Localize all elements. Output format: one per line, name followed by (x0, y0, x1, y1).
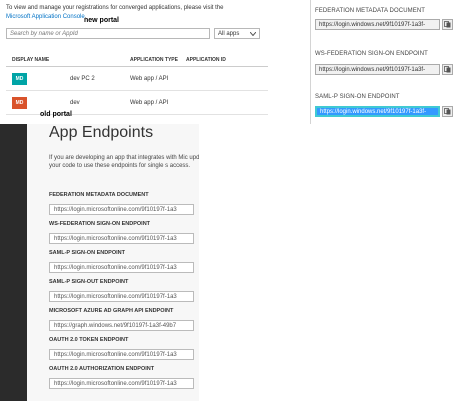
endpoint-url: https://login.microsoftonline.com/9f1019… (54, 264, 177, 271)
app-filter-select[interactable]: All apps (214, 28, 260, 39)
avatar-cell: MD (6, 72, 44, 85)
endpoint-url: https://login.microsoftonline.com/9f1019… (54, 206, 177, 213)
page-title: App Endpoints (49, 124, 154, 141)
intro-text: To view and manage your registrations fo… (6, 4, 238, 22)
endpoint-label: WS-FEDERATION SIGN-ON ENDPOINT (49, 221, 151, 227)
endpoint-label: SAML-P SIGN-ON ENDPOINT (315, 94, 400, 100)
app-filter-value: All apps (218, 30, 240, 37)
copy-icon (444, 66, 451, 73)
new-endpoints-panel: FEDERATION METADATA DOCUMENT https://log… (310, 0, 474, 124)
table-row[interactable]: MD dev PC 2 Web app / API (6, 67, 268, 91)
table-header: DISPLAY NAME APPLICATION TYPE APPLICATIO… (6, 54, 268, 67)
header-application-id[interactable]: APPLICATION ID (186, 57, 268, 63)
endpoint-url-field[interactable]: https://login.windows.net/9f10197f-1a3f- (315, 64, 440, 75)
endpoint-label: FEDERATION METADATA DOCUMENT (315, 8, 426, 14)
row-application-type: Web app / API (130, 75, 169, 82)
endpoint-url-field[interactable]: https://login.microsoftonline.com/9f1019… (49, 378, 194, 389)
application-console-link[interactable]: Microsoft Application Console (6, 14, 85, 20)
endpoint-url-field[interactable]: https://login.microsoftonline.com/9f1019… (49, 204, 194, 215)
endpoint-url-field[interactable]: https://login.microsoftonline.com/9f1019… (49, 349, 194, 360)
endpoint-url: https://login.windows.net/9f10197f-1a3f- (320, 108, 427, 115)
intro-sentence: To view and manage your registrations fo… (6, 5, 224, 11)
endpoint-url: https://login.microsoftonline.com/9f1019… (54, 293, 177, 300)
row-application-type: Web app / API (130, 99, 169, 106)
copy-button[interactable] (442, 64, 453, 75)
avatar-cell: MD (6, 96, 44, 109)
copy-button[interactable] (442, 19, 453, 30)
endpoint-url-field[interactable]: https://graph.windows.net/9f10197f-1a3f-… (49, 320, 194, 331)
endpoint-url: https://login.microsoftonline.com/9f1019… (54, 351, 177, 358)
search-input[interactable]: Search by name or AppId (6, 28, 210, 39)
endpoint-label: SAML-P SIGN-OUT ENDPOINT (49, 279, 129, 285)
page-description: If you are developing an app that integr… (49, 155, 199, 169)
copy-icon (444, 108, 451, 115)
endpoint-url-field[interactable]: https://login.microsoftonline.com/9f1019… (49, 233, 194, 244)
endpoint-label: MICROSOFT AZURE AD GRAPH API ENDPOINT (49, 308, 174, 314)
endpoint-url: https://login.microsoftonline.com/9f1019… (54, 235, 177, 242)
search-placeholder: Search by name or AppId (10, 30, 78, 37)
endpoint-url-field-selected[interactable]: https://login.windows.net/9f10197f-1a3f- (315, 106, 440, 117)
row-display-name[interactable]: dev (44, 100, 130, 106)
app-registrations-table: DISPLAY NAME APPLICATION TYPE APPLICATIO… (6, 54, 268, 115)
endpoint-url-field[interactable]: https://login.microsoftonline.com/9f1019… (49, 262, 194, 273)
endpoint-url-field[interactable]: https://login.windows.net/9f10197f-1a3f- (315, 19, 440, 30)
header-application-type[interactable]: APPLICATION TYPE (130, 57, 186, 63)
avatar: MD (12, 72, 27, 85)
copy-button[interactable] (442, 106, 453, 117)
chevron-down-icon (250, 31, 256, 36)
endpoint-label: OAUTH 2.0 AUTHORIZATION ENDPOINT (49, 366, 155, 372)
app-endpoints-panel: App Endpoints If you are developing an a… (27, 124, 199, 401)
endpoint-label: OAUTH 2.0 TOKEN ENDPOINT (49, 337, 129, 343)
new-portal-label: new portal (84, 17, 120, 24)
header-display-name[interactable]: DISPLAY NAME (6, 57, 130, 63)
endpoint-url: https://login.microsoftonline.com/9f1019… (54, 380, 177, 387)
endpoint-url-field[interactable]: https://login.microsoftonline.com/9f1019… (49, 291, 194, 302)
endpoint-url: https://login.windows.net/9f10197f-1a3f- (319, 66, 426, 73)
endpoint-url: https://login.windows.net/9f10197f-1a3f- (319, 21, 426, 28)
copy-icon (444, 21, 451, 28)
old-portal-label: old portal (40, 111, 72, 118)
endpoint-label: WS-FEDERATION SIGN-ON ENDPOINT (315, 51, 428, 57)
old-portal-screenshot: App Endpoints If you are developing an a… (0, 124, 474, 401)
endpoint-label: FEDERATION METADATA DOCUMENT (49, 192, 149, 198)
old-portal-sidebar (0, 124, 27, 401)
row-display-name[interactable]: dev PC 2 (44, 76, 130, 82)
endpoint-label: SAML-P SIGN-ON ENDPOINT (49, 250, 125, 256)
endpoint-url: https://graph.windows.net/9f10197f-1a3f-… (54, 322, 177, 329)
avatar: MD (12, 96, 27, 109)
